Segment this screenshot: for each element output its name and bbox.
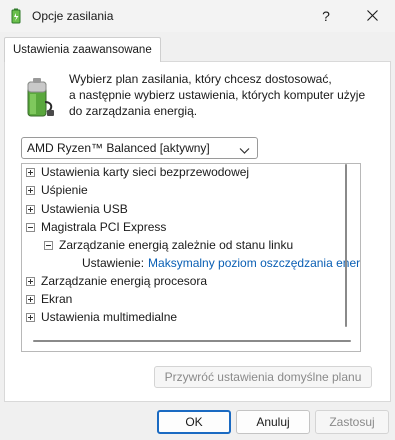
settings-tree[interactable]: Ustawienia karty sieci bezprzewodowej Uś… <box>21 163 361 352</box>
tree-item-link-state[interactable]: Zarządzanie energią zależnie od stanu li… <box>44 236 293 254</box>
battery-plug-icon <box>23 76 57 120</box>
tree-item-pci-express[interactable]: Magistrala PCI Express <box>26 218 166 236</box>
tree-item-label: Zarządzanie energią zależnie od stanu li… <box>59 238 294 252</box>
cancel-button[interactable]: Anuluj <box>236 410 310 434</box>
setting-value-link[interactable]: Maksymalny poziom oszczędzania energ <box>148 256 360 270</box>
power-plan-value: AMD Ryzen™ Balanced [aktywny] <box>27 141 210 155</box>
tree-item-display[interactable]: Ekran <box>26 290 72 308</box>
tab-advanced-settings[interactable]: Ustawienia zaawansowane <box>4 37 161 62</box>
close-button[interactable] <box>349 0 395 32</box>
tree-item-label: Uśpienie <box>41 183 88 197</box>
tree-item-processor[interactable]: Zarządzanie energią procesora <box>26 272 207 290</box>
tree-item-usb[interactable]: Ustawienia USB <box>26 200 128 218</box>
tab-panel: Wybierz plan zasilania, który chcesz dos… <box>4 61 391 402</box>
tree-item-label: Ustawienia USB <box>41 202 128 216</box>
collapse-icon[interactable] <box>44 240 53 250</box>
description-line: do zarządzania energią. <box>69 104 198 118</box>
tree-item-wireless[interactable]: Ustawienia karty sieci bezprzewodowej <box>26 164 250 181</box>
expand-icon[interactable] <box>26 204 35 214</box>
expand-icon[interactable] <box>26 276 35 286</box>
tree-item-label: Ekran <box>41 292 73 306</box>
tree-item-label: Ustawienia karty sieci bezprzewodowej <box>41 165 250 179</box>
window-title: Opcje zasilania <box>32 9 114 23</box>
description-text: Wybierz plan zasilania, który chcesz dos… <box>69 71 379 119</box>
power-plan-select[interactable]: AMD Ryzen™ Balanced [aktywny] <box>21 137 258 159</box>
tab-strip: Ustawienia zaawansowane <box>0 32 395 62</box>
restore-defaults-button[interactable]: Przywróć ustawienia domyślne planu <box>154 366 372 388</box>
tree-setting-row[interactable]: Ustawienie: Maksymalny poziom oszczędzan… <box>82 254 360 272</box>
expand-icon[interactable] <box>26 185 35 195</box>
tree-item-label: Magistrala PCI Express <box>41 220 167 234</box>
vertical-scrollbar[interactable] <box>345 164 347 327</box>
description-line: a następnie wybierz ustawienia, których … <box>69 88 366 102</box>
collapse-icon[interactable] <box>26 222 35 232</box>
setting-label: Ustawienie: <box>82 256 145 270</box>
ok-button[interactable]: OK <box>157 410 231 434</box>
tree-item-label: Ustawienia multimedialne <box>41 310 178 324</box>
tree-item-label: Zarządzanie energią procesora <box>41 274 208 288</box>
description-line: Wybierz plan zasilania, który chcesz dos… <box>69 72 332 86</box>
expand-icon[interactable] <box>26 312 35 322</box>
tree-item-sleep[interactable]: Uśpienie <box>26 181 88 199</box>
tree-item-multimedia[interactable]: Ustawienia multimedialne <box>26 308 177 326</box>
expand-icon[interactable] <box>26 167 35 177</box>
power-options-icon <box>8 8 24 24</box>
help-button[interactable]: ? <box>303 0 349 32</box>
close-icon <box>366 8 378 24</box>
chevron-down-icon <box>239 144 250 154</box>
horizontal-scrollbar[interactable] <box>33 340 351 342</box>
title-bar: Opcje zasilania ? <box>0 0 395 32</box>
apply-button[interactable]: Zastosuj <box>315 410 389 434</box>
expand-icon[interactable] <box>26 294 35 304</box>
